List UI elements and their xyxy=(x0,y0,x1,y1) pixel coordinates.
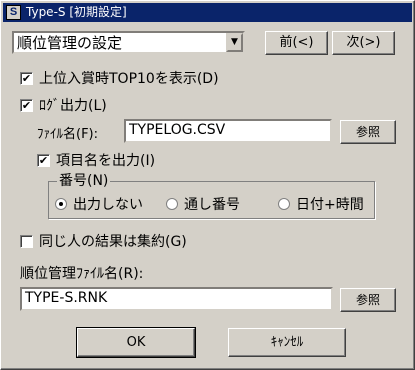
checkbox-log-output-box[interactable]: ✔ xyxy=(20,98,33,112)
title-bar[interactable]: S Type-S [初期設定] xyxy=(3,3,412,22)
aggregate-label: 同じ人の結果は集約(G) xyxy=(39,234,187,250)
aggregate-checkbox[interactable]: 同じ人の結果は集約(G) xyxy=(20,231,187,251)
log-output-checkbox[interactable]: ✔ ﾛｸﾞ出力(L) xyxy=(20,95,107,115)
prev-button[interactable]: 前(<) xyxy=(265,31,328,55)
radio-no-output-dot[interactable] xyxy=(55,198,67,210)
checkbox-top10-box[interactable]: ✔ xyxy=(20,71,33,85)
rank-file-label: 順位管理ﾌｧｲﾙ名(R): xyxy=(20,266,144,282)
number-group-label: 番号(N) xyxy=(57,173,111,189)
settings-dialog: S Type-S [初期設定] 順位管理の設定 ▼ 前(<) 次(>) ✔ 上位… xyxy=(0,0,415,370)
radio-date-time[interactable]: 日付+時間 xyxy=(278,194,364,214)
top10-label: 上位入賞時TOP10を表示(D) xyxy=(39,71,219,87)
radio-date-time-dot[interactable] xyxy=(278,198,290,210)
checkbox-item-names-box[interactable]: ✔ xyxy=(37,153,50,167)
log-output-label: ﾛｸﾞ出力(L) xyxy=(39,98,107,114)
rank-file-browse-button[interactable]: 参照 xyxy=(340,288,396,312)
window-title: Type-S [初期設定] xyxy=(26,5,127,19)
filename-input[interactable]: TYPELOG.CSV xyxy=(124,119,332,143)
settings-page-select[interactable]: 順位管理の設定 ▼ xyxy=(12,31,245,54)
settings-page-select-value: 順位管理の設定 xyxy=(17,34,123,52)
filename-browse-button[interactable]: 参照 xyxy=(340,120,396,144)
app-icon: S xyxy=(6,5,21,20)
filename-label: ﾌｧｲﾙ名(F): xyxy=(37,127,99,142)
item-names-checkbox[interactable]: ✔ 項目名を出力(I) xyxy=(37,150,155,170)
radio-no-output-label: 出力しない xyxy=(73,197,143,213)
radio-no-output[interactable]: 出力しない xyxy=(55,194,143,214)
cancel-button[interactable]: ｷｬﾝｾﾙ xyxy=(228,328,346,357)
ok-button[interactable]: OK xyxy=(76,327,196,358)
rank-file-input[interactable]: TYPE-S.RNK xyxy=(20,287,333,311)
radio-serial-number-dot[interactable] xyxy=(166,198,178,210)
radio-serial-number[interactable]: 通し番号 xyxy=(166,194,240,214)
radio-date-time-label: 日付+時間 xyxy=(296,197,364,213)
item-names-label: 項目名を出力(I) xyxy=(56,153,156,169)
radio-serial-number-label: 通し番号 xyxy=(184,197,240,213)
chevron-down-icon[interactable]: ▼ xyxy=(226,33,243,52)
checkbox-aggregate-box[interactable] xyxy=(20,234,33,248)
next-button[interactable]: 次(>) xyxy=(332,31,395,55)
top10-checkbox[interactable]: ✔ 上位入賞時TOP10を表示(D) xyxy=(20,68,219,88)
